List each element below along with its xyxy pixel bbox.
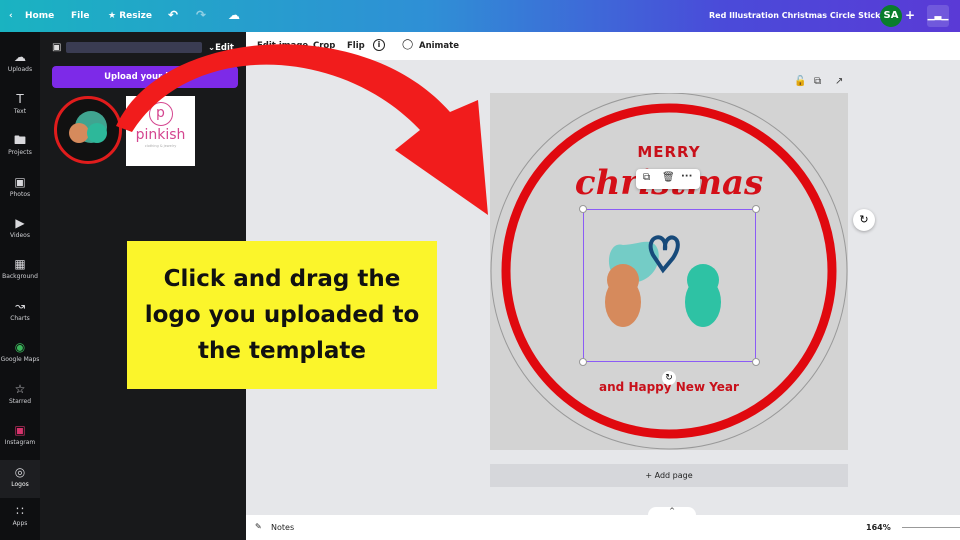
zoom-slider[interactable] <box>902 527 960 528</box>
design-title[interactable]: Red Illustration Christmas Circle Sticke… <box>709 11 890 20</box>
google-maps-icon: ◉ <box>14 340 26 354</box>
rail-apps[interactable]: ∷ Apps <box>0 504 40 527</box>
flip-button[interactable]: Flip <box>347 41 365 51</box>
crop-button[interactable]: Crop <box>313 41 335 51</box>
pinkish-p-icon: p <box>148 102 173 126</box>
rail-label: Instagram <box>4 439 36 446</box>
rail-charts[interactable]: ↝ Charts <box>0 299 40 322</box>
background-icon: ▦ <box>14 257 26 271</box>
trash-icon[interactable]: 🗑 <box>662 172 675 183</box>
avatar[interactable]: SA <box>880 5 902 27</box>
pinkish-tagline: clothing & jewelry <box>144 144 177 148</box>
rail-logos[interactable]: ◎ Logos <box>0 460 40 498</box>
rail-google-maps[interactable]: ◉ Google Maps <box>0 340 40 363</box>
show-pages-chevron-icon[interactable]: ^ <box>648 507 696 517</box>
rail-projects[interactable]: 🖿 Projects <box>0 133 40 156</box>
cloud-save-icon[interactable]: ☁ <box>228 8 240 22</box>
rail-label: Uploads <box>7 66 33 73</box>
rail-label: Google Maps <box>0 356 40 363</box>
rail-label: Photos <box>9 191 31 198</box>
design-page[interactable]: MERRY christmas and Happy New Year ↻ ⧉ 🗑… <box>490 93 848 450</box>
copy-icon[interactable]: ⧉ <box>643 172 650 183</box>
rail-uploads[interactable]: ☁ Uploads <box>0 50 40 73</box>
animate-button[interactable]: Animate <box>419 41 459 51</box>
rail-label: Projects <box>8 149 32 156</box>
undo-icon[interactable]: ↶ <box>168 8 178 22</box>
cloud-upload-icon: ☁ <box>14 50 26 64</box>
rail-label: Charts <box>10 315 30 322</box>
rail-label: Videos <box>10 232 30 239</box>
resize-handle[interactable] <box>579 358 587 366</box>
notes-icon[interactable]: ✎ <box>255 522 262 531</box>
pinkish-wordmark: pinkish <box>135 127 186 143</box>
lock-icon[interactable]: 🔓 <box>794 76 806 87</box>
instagram-icon: ▣ <box>14 423 26 437</box>
chart-icon: ↝ <box>14 299 26 313</box>
edit-image-button[interactable]: Edit image <box>257 41 308 51</box>
context-toolbar: Edit image Crop Flip i ◯ Animate <box>246 32 960 60</box>
rail-label: Text <box>13 108 27 115</box>
rail-videos[interactable]: ▶ Videos <box>0 216 40 239</box>
rail-label: Starred <box>8 398 32 405</box>
redo-icon[interactable]: ↷ <box>196 8 206 22</box>
rail-photos[interactable]: ▣ Photos <box>0 175 40 198</box>
rail-starred[interactable]: ☆ Starred <box>0 382 40 405</box>
upload-logo-button[interactable]: Upload your logo <box>52 66 238 88</box>
resize-handle[interactable] <box>579 205 587 213</box>
add-page-button[interactable]: + Add page <box>490 464 848 487</box>
rail-text[interactable]: T Text <box>0 92 40 115</box>
zoom-level[interactable]: 164% <box>866 523 891 532</box>
rail-label: Logos <box>11 481 29 488</box>
instruction-callout: Click and drag the logo you uploaded to … <box>127 241 437 389</box>
resize-button[interactable]: ★ Resize <box>108 11 152 21</box>
edit-button[interactable]: ⌄Edit <box>208 43 234 53</box>
rail-label: Apps <box>12 520 28 527</box>
pinkish-logo-thumbnail[interactable]: p pinkish clothing & jewelry <box>126 96 195 166</box>
photo-icon: ▣ <box>14 175 26 189</box>
logo-icon: ◎ <box>14 465 26 479</box>
rail-background[interactable]: ▦ Background <box>0 257 40 280</box>
more-options-icon[interactable]: ··· <box>681 171 692 182</box>
home-button[interactable]: Home <box>25 11 54 21</box>
brand-kit-icon: ▣ <box>52 42 62 53</box>
rail-label: Background <box>2 273 38 280</box>
back-chevron-icon[interactable]: ‹ <box>9 11 13 21</box>
uploaded-logo-thumbnail[interactable] <box>54 96 122 164</box>
duplicate-page-icon[interactable]: ⧉ <box>814 76 821 87</box>
info-icon[interactable]: i <box>373 39 385 51</box>
star-icon: ☆ <box>14 382 26 396</box>
apps-icon: ∷ <box>16 504 24 518</box>
animate-icon[interactable]: ◯ <box>402 39 413 50</box>
rail-instagram[interactable]: ▣ Instagram <box>0 423 40 446</box>
add-collaborator-icon[interactable]: + <box>905 8 915 22</box>
edit-label: Edit <box>215 43 234 53</box>
text-icon: T <box>16 92 24 106</box>
selected-logo-frame[interactable]: ↻ <box>579 205 760 385</box>
add-page-icon[interactable]: ↗ <box>835 76 843 87</box>
resize-label: Resize <box>119 11 153 21</box>
brand-kit-name-blurred[interactable] <box>66 42 202 53</box>
bottom-bar: ✎ Notes ^ 164% <box>246 507 960 540</box>
file-menu[interactable]: File <box>71 11 89 21</box>
folder-icon: 🖿 <box>13 133 26 147</box>
insights-icon[interactable]: ▁▃▁ <box>927 5 949 27</box>
bears-logo-image <box>69 111 107 143</box>
element-floating-menu: ⧉ 🗑 ··· <box>636 169 700 189</box>
video-icon: ▶ <box>15 216 25 230</box>
top-bar: ‹ Home File ★ Resize ↶ ↷ ☁ Red Illustrat… <box>0 0 960 32</box>
side-rail: ☁ Uploads T Text 🖿 Projects ▣ Photos ▶ Videos… <box>0 32 40 540</box>
merry-text[interactable]: MERRY <box>490 143 848 161</box>
rotate-handle-icon[interactable]: ↻ <box>662 371 676 385</box>
resize-handle[interactable] <box>752 358 760 366</box>
notes-button[interactable]: Notes <box>271 523 294 532</box>
resize-handle[interactable] <box>752 205 760 213</box>
refresh-suggestion-icon[interactable]: ↻ <box>853 209 875 231</box>
